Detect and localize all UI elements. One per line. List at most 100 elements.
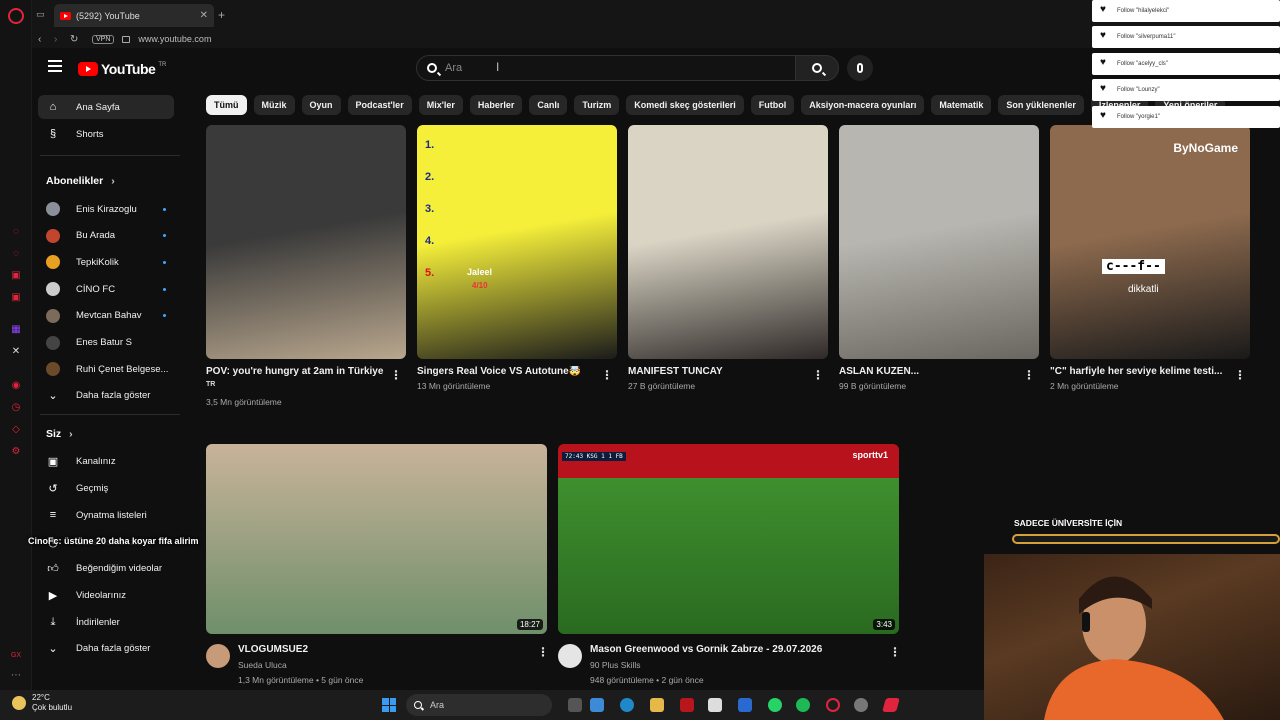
sidebar-app-icon[interactable]: ◌	[9, 246, 23, 260]
close-tab-icon[interactable]: ✕	[200, 10, 208, 21]
short-card[interactable]: ByNoGame c---f-- dikkatli "C" harfiyle her …	[1050, 125, 1250, 425]
clock-icon[interactable]: ◷	[9, 400, 23, 414]
url-field[interactable]: www.youtube.com	[138, 34, 211, 44]
search-input[interactable]: Ara	[445, 62, 462, 74]
whatsapp-icon[interactable]	[768, 698, 782, 712]
filter-chip[interactable]: Turizm	[574, 95, 620, 115]
new-tab-button[interactable]: +	[218, 8, 225, 22]
filter-chip[interactable]: Canlı	[529, 95, 568, 115]
taskbar-search[interactable]: Ara	[406, 694, 552, 716]
lock-icon[interactable]	[122, 35, 131, 43]
filter-chip[interactable]: Haberler	[469, 95, 523, 115]
more-actions-icon[interactable]: ⋮	[537, 646, 549, 658]
show-more-you[interactable]: ⌄ Daha fazla göster	[38, 637, 174, 661]
sidebar-item-subscription[interactable]: CİNO FC	[38, 277, 174, 301]
opera-gx-icon[interactable]	[826, 698, 840, 712]
app-icon[interactable]	[882, 698, 900, 712]
mail-icon[interactable]	[738, 698, 752, 712]
short-thumbnail[interactable]	[628, 125, 828, 359]
filter-chip[interactable]: Son yüklenenler	[998, 95, 1084, 115]
opera-logo-icon[interactable]	[8, 8, 24, 24]
filter-chip[interactable]: Aksiyon-macera oyunları	[801, 95, 925, 115]
more-actions-icon[interactable]: ⋮	[889, 646, 901, 658]
filter-chip[interactable]: Tümü	[206, 95, 247, 115]
more-actions-icon[interactable]: ⋮	[812, 369, 824, 381]
sidebar-item-subscription[interactable]: Enes Batur S	[38, 331, 174, 355]
short-thumbnail[interactable]: ByNoGame c---f-- dikkatli	[1050, 125, 1250, 359]
more-icon[interactable]: ⋯	[9, 668, 23, 682]
start-button[interactable]	[382, 698, 396, 712]
search-button[interactable]	[795, 55, 839, 81]
sidebar-item-subscription[interactable]: Enis Kirazoglu	[38, 197, 174, 221]
sidebar-item-subscription[interactable]: Ruhi Çenet Belgese...	[38, 357, 174, 381]
player-icon[interactable]: ◉	[9, 378, 23, 392]
voice-search-button[interactable]	[847, 55, 873, 81]
file-explorer-icon[interactable]	[650, 698, 664, 712]
sidebar-item-your-videos[interactable]: ▶ Videolarınız	[38, 583, 174, 607]
vpn-badge[interactable]: VPN	[92, 34, 115, 44]
short-card[interactable]: 1. 2. 3. 4. 5. Jaleel 4/10 Singers Real Voice V…	[417, 125, 617, 425]
sidebar-item-home[interactable]: ⌂ Ana Sayfa	[38, 95, 174, 119]
settings-icon[interactable]: ⚙	[9, 444, 23, 458]
filter-chip[interactable]: Müzik	[253, 95, 295, 115]
video-title[interactable]: VLOGUMSUE2	[238, 644, 528, 655]
menu-icon[interactable]	[48, 60, 62, 72]
channel-avatar[interactable]	[206, 644, 230, 668]
more-actions-icon[interactable]: ⋮	[601, 369, 613, 381]
spotify-icon[interactable]	[796, 698, 810, 712]
sidebar-item-download[interactable]: ⤓ İndirilenler	[38, 610, 174, 634]
sidebar-item-subscription[interactable]: Mevtcan Bahav	[38, 304, 174, 328]
store-icon[interactable]	[708, 698, 722, 712]
filter-chip[interactable]: Futbol	[750, 95, 795, 115]
edge-icon[interactable]	[620, 698, 634, 712]
video-title[interactable]: Mason Greenwood vs Gornik Zabrze - 29.07…	[590, 644, 880, 655]
you-header[interactable]: Siz ›	[46, 428, 73, 440]
sidebar-app-icon[interactable]: ▣	[9, 290, 23, 304]
sidebar-item-channel[interactable]: ▣ Kanalınız	[38, 450, 174, 474]
channel-name[interactable]: 90 Plus Skills	[590, 660, 641, 670]
reload-icon[interactable]: ↻	[70, 34, 80, 45]
channel-avatar[interactable]	[558, 644, 582, 668]
filter-chip[interactable]: Podcast'ler	[347, 95, 412, 115]
sidebar-item-playlist[interactable]: ≡ Oynatma listeleri	[38, 503, 174, 527]
twitch-icon[interactable]: ▦	[9, 322, 23, 336]
tab-youtube[interactable]: (5292) YouTube ✕	[54, 4, 214, 27]
sidebar-item-shorts[interactable]: § Shorts	[38, 122, 174, 146]
short-card[interactable]: ASLAN KUZEN... ⋮ 99 B görüntüleme	[839, 125, 1039, 425]
short-card[interactable]: MANIFEST TUNCAY ⋮ 27 B görüntüleme	[628, 125, 828, 425]
more-actions-icon[interactable]: ⋮	[1023, 369, 1035, 381]
video-card[interactable]: 72:43 KSG 1 1 FB sporttv1 3:43 Mason Greenw…	[558, 444, 901, 694]
sidebar-app-icon[interactable]: ◌	[9, 224, 23, 238]
more-actions-icon[interactable]: ⋮	[1234, 369, 1246, 381]
sidebar-item-subscription[interactable]: TepkiKolik	[38, 250, 174, 274]
show-more-subscriptions[interactable]: ⌄ Daha fazla göster	[38, 384, 174, 408]
widgets-icon[interactable]	[590, 698, 604, 712]
filter-chip[interactable]: Komedi skeç gösterileri	[626, 95, 744, 115]
video-card[interactable]: 18:27 VLOGUMSUE2 ⋮ Sueda Ulucа 1,3 Mn görünt…	[206, 444, 549, 694]
task-view-icon[interactable]	[568, 698, 582, 712]
channel-name[interactable]: Sueda Ulucа	[238, 660, 287, 670]
short-thumbnail[interactable]: 1. 2. 3. 4. 5. Jaleel 4/10	[417, 125, 617, 359]
forward-icon[interactable]: ›	[54, 34, 64, 45]
sidebar-item-subscription[interactable]: Bu Arada	[38, 224, 174, 248]
x-icon[interactable]: ✕	[9, 344, 23, 358]
search-box[interactable]: Ara	[416, 55, 796, 81]
obs-icon[interactable]	[854, 698, 868, 712]
short-thumbnail[interactable]	[206, 125, 406, 359]
filter-chip[interactable]: Mix'ler	[418, 95, 463, 115]
video-thumbnail[interactable]: 18:27	[206, 444, 547, 634]
video-thumbnail[interactable]: 72:43 KSG 1 1 FB sporttv1 3:43	[558, 444, 899, 634]
tab-islands-icon[interactable]: ▭	[36, 9, 45, 20]
sidebar-item-history[interactable]: ↺ Geçmiş	[38, 477, 174, 501]
filter-chip[interactable]: Matematik	[931, 95, 992, 115]
netflix-icon[interactable]	[680, 698, 694, 712]
pin-icon[interactable]: ◇	[9, 422, 23, 436]
sidebar-item-like[interactable]: 👍︎ Beğendiğim videolar	[38, 557, 174, 581]
subscriptions-header[interactable]: Abonelikler ›	[46, 175, 115, 187]
back-icon[interactable]: ‹	[38, 34, 48, 45]
sidebar-app-icon[interactable]: ▣	[9, 268, 23, 282]
more-actions-icon[interactable]: ⋮	[390, 369, 402, 381]
filter-chip[interactable]: Oyun	[301, 95, 341, 115]
short-thumbnail[interactable]	[839, 125, 1039, 359]
short-card[interactable]: POV: you're hungry at 2am in Türkiye ⋮ TR 3…	[206, 125, 406, 425]
